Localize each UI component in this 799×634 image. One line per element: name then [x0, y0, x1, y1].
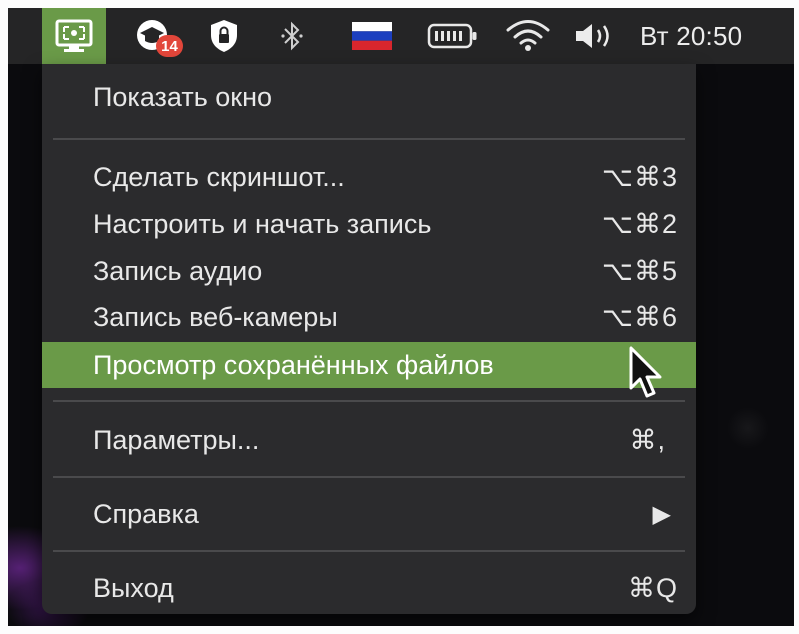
menu-item-shortcut: ⌥⌘6 [601, 301, 678, 332]
menu-separator [53, 138, 685, 140]
wifi-status-item[interactable] [502, 8, 554, 64]
graduation-status-item[interactable]: 14 [126, 8, 186, 64]
bluetooth-icon [281, 21, 303, 51]
volume-status-item[interactable] [572, 8, 618, 64]
menu-item-configure-recording[interactable]: Настроить и начать запись ⌥⌘2 [42, 203, 696, 245]
wifi-icon [506, 20, 550, 51]
menu-item-label: Показать окно [93, 81, 273, 112]
security-status-item[interactable] [204, 8, 244, 64]
notification-badge: 14 [156, 35, 183, 57]
menu-separator [53, 476, 685, 478]
menu-item-label: Сделать скриншот... [93, 161, 345, 192]
menu-item-help[interactable]: Справка ▶ [42, 492, 696, 536]
shield-lock-icon [211, 20, 237, 52]
menu-item-label: Просмотр сохранённых файлов [93, 349, 494, 380]
badge-count: 14 [161, 37, 178, 55]
menu-item-shortcut: ⌥⌘2 [601, 208, 678, 239]
volume-icon [576, 24, 609, 48]
russian-flag-icon [352, 22, 392, 50]
menu-item-shortcut: ⌥⌘5 [601, 255, 678, 286]
menu-item-quit[interactable]: Выход ⌘Q [42, 566, 696, 610]
menu-item-label: Запись аудио [93, 255, 263, 286]
input-source-status-item[interactable] [346, 8, 398, 64]
menu-item-shortcut: ⌥⌘3 [601, 161, 678, 192]
desktop: 14 Вт 20:50 Показать окно Сделать скринш… [8, 8, 794, 626]
menu-separator [53, 400, 685, 402]
menu-item-shortcut: ⌘, [629, 424, 666, 455]
screen-recorder-status-item[interactable] [42, 8, 106, 64]
menu-item-label: Выход [93, 572, 174, 603]
menu-item-label: Настроить и начать запись [93, 208, 432, 239]
menu-item-record-webcam[interactable]: Запись веб-камеры ⌥⌘6 [42, 296, 696, 338]
status-item-menu: Показать окно Сделать скриншот... ⌥⌘3 На… [42, 64, 696, 614]
menu-item-take-screenshot[interactable]: Сделать скриншот... ⌥⌘3 [42, 156, 696, 198]
menu-bar: 14 Вт 20:50 [8, 8, 794, 64]
menu-item-shortcut: ⌘Q [627, 572, 678, 603]
menu-item-show-window[interactable]: Показать окно [42, 76, 696, 118]
submenu-arrow-icon: ▶ [652, 500, 672, 528]
screen-recorder-icon [55, 19, 93, 52]
menu-item-record-audio[interactable]: Запись аудио ⌥⌘5 [42, 250, 696, 292]
menu-bar-clock[interactable]: Вт 20:50 [640, 8, 742, 64]
clock-text: Вт 20:50 [640, 20, 743, 51]
menu-item-label: Параметры... [93, 424, 260, 455]
menu-item-preferences[interactable]: Параметры... ⌘, [42, 418, 696, 462]
bluetooth-status-item[interactable] [274, 8, 310, 64]
menu-item-label: Запись веб-камеры [93, 301, 338, 332]
mouse-pointer-icon [629, 346, 662, 398]
menu-item-view-saved-files[interactable]: Просмотр сохранённых файлов [42, 342, 696, 388]
menu-separator [53, 550, 685, 552]
menu-item-label: Справка [93, 498, 199, 529]
battery-icon [427, 23, 477, 49]
battery-status-item[interactable] [424, 8, 482, 64]
